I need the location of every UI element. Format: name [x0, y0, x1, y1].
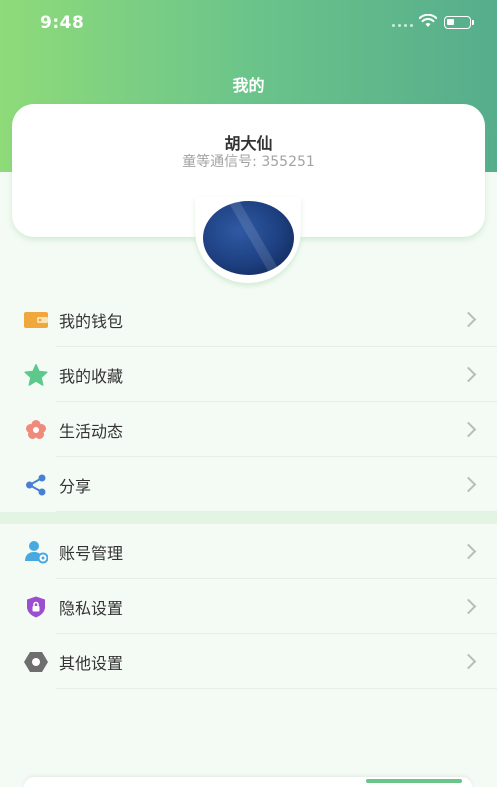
- menu-label: 分享: [59, 476, 92, 496]
- chevron-right-icon: [460, 311, 477, 328]
- privacy-shield-icon: [24, 595, 48, 619]
- menu-label: 生活动态: [59, 421, 124, 441]
- cellular-signal-icon: [392, 24, 413, 27]
- chevron-right-icon: [460, 421, 477, 438]
- menu-item-account[interactable]: 账号管理: [0, 524, 497, 579]
- menu-label: 隐私设置: [59, 598, 124, 618]
- menu-label: 我的收藏: [59, 366, 124, 386]
- account-settings-icon: [24, 540, 48, 564]
- menu-group-settings: 账号管理 隐私设置 其他设置: [0, 524, 497, 689]
- gear-icon: [24, 650, 48, 674]
- bottom-bar-accent: [366, 779, 462, 783]
- menu-item-privacy[interactable]: 隐私设置: [0, 579, 497, 634]
- menu-item-other-settings[interactable]: 其他设置: [0, 634, 497, 689]
- menu-label: 账号管理: [59, 543, 124, 563]
- chevron-right-icon: [460, 598, 477, 615]
- menu-item-wallet[interactable]: 我的钱包: [0, 292, 497, 347]
- chevron-right-icon: [460, 476, 477, 493]
- chevron-right-icon: [460, 366, 477, 383]
- menu-item-life-updates[interactable]: 生活动态: [0, 402, 497, 457]
- chevron-right-icon: [460, 543, 477, 560]
- page-title: 我的: [232, 76, 265, 95]
- section-divider: [0, 512, 497, 524]
- menu-group-main: 我的钱包 我的收藏 生活动态 分享: [0, 292, 497, 512]
- profile-id: 童等通信号: 355251: [182, 154, 315, 170]
- menu-item-share[interactable]: 分享: [0, 457, 497, 512]
- battery-icon: [444, 16, 471, 29]
- chevron-right-icon: [460, 653, 477, 670]
- menu-label: 其他设置: [59, 653, 124, 673]
- status-time: 9:48: [40, 13, 85, 33]
- avatar[interactable]: [203, 201, 294, 275]
- star-icon: [24, 363, 48, 387]
- menu-label: 我的钱包: [59, 311, 124, 331]
- wifi-icon: [419, 14, 437, 27]
- flower-icon: [24, 418, 48, 442]
- menu-item-favorites[interactable]: 我的收藏: [0, 347, 497, 402]
- wallet-icon: [24, 308, 48, 332]
- share-icon: [24, 473, 48, 497]
- status-bar: 9:48: [0, 0, 497, 48]
